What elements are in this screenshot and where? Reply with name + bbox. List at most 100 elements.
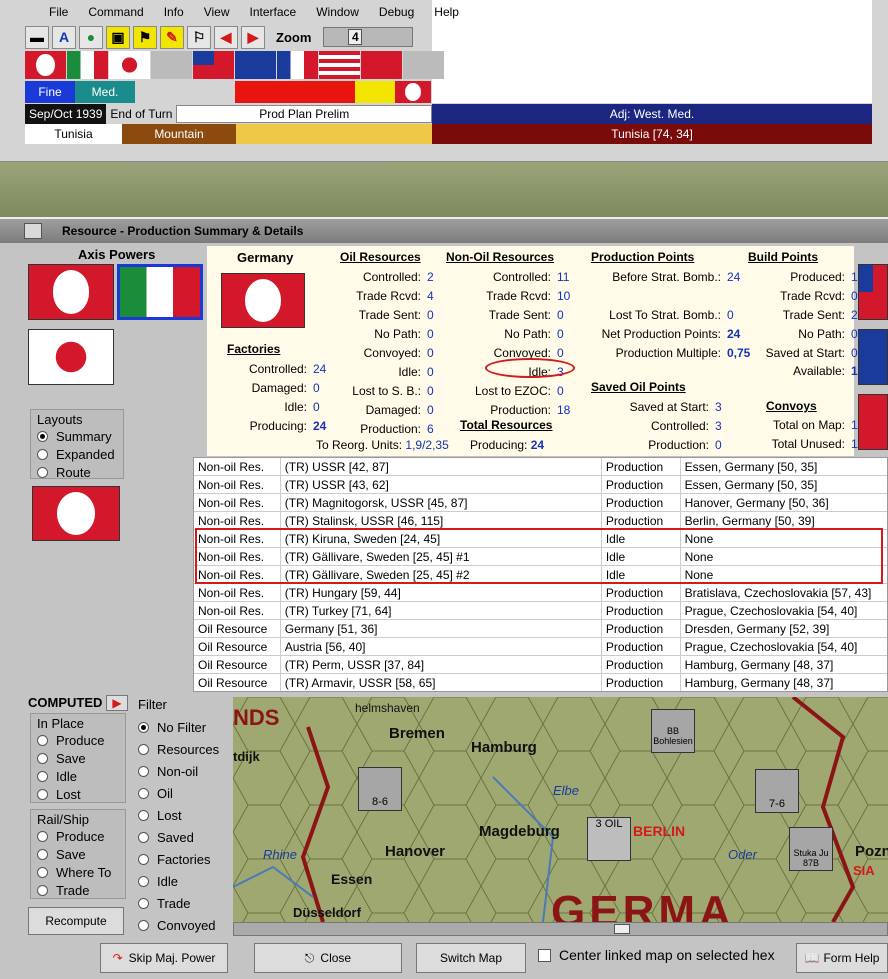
- radio-dot-icon[interactable]: [37, 770, 48, 782]
- unit-counter-8-6[interactable]: 8-6: [358, 767, 402, 811]
- gear-icon[interactable]: ●: [79, 25, 103, 49]
- ship-counter[interactable]: BB Bohlesien: [651, 709, 695, 753]
- pennant-icon[interactable]: ⚐: [187, 25, 211, 49]
- uk-flag-icon[interactable]: [858, 329, 888, 385]
- radio-option[interactable]: Saved: [138, 826, 224, 848]
- close-button[interactable]: ⎋ Close: [254, 943, 402, 973]
- arrow-left-icon[interactable]: ◀: [214, 25, 238, 49]
- unit-counter-7-6[interactable]: 7-6: [755, 769, 799, 813]
- radio-option[interactable]: Produce: [37, 827, 119, 845]
- radio-option[interactable]: Convoyed: [138, 914, 224, 936]
- radio-dot-icon[interactable]: [138, 919, 149, 931]
- japan-flag-icon[interactable]: [28, 329, 114, 385]
- radio-dot-icon[interactable]: [37, 788, 48, 800]
- radio-option[interactable]: Trade: [37, 881, 119, 899]
- radio-option[interactable]: Resources: [138, 738, 224, 760]
- air-counter[interactable]: Stuka Ju 87B: [789, 827, 833, 871]
- map-scrollbar[interactable]: [233, 922, 888, 936]
- menu-window[interactable]: Window: [316, 5, 359, 19]
- italy-flag-icon[interactable]: [117, 264, 203, 320]
- radio-dot-icon[interactable]: [37, 848, 48, 860]
- radio-option[interactable]: Lost: [37, 785, 119, 803]
- oil-counter[interactable]: 3 OIL: [587, 817, 631, 861]
- zoom-slider[interactable]: 4: [323, 27, 414, 47]
- radio-option[interactable]: Idle: [37, 767, 119, 785]
- table-row[interactable]: Oil Resource (TR) Perm, USSR [37, 84] Prod…: [194, 655, 887, 674]
- table-row[interactable]: Oil Resource Germany [51, 36] Production Dr…: [194, 619, 887, 638]
- menu-view[interactable]: View: [204, 5, 230, 19]
- text-icon[interactable]: A: [52, 25, 76, 49]
- table-row[interactable]: Non-oil Res. (TR) Hungary [59, 44] Product…: [194, 583, 887, 602]
- radio-option[interactable]: Trade: [138, 892, 224, 914]
- radio-dot-icon[interactable]: [37, 866, 48, 878]
- radio-option[interactable]: Produce: [37, 731, 119, 749]
- neutral-icon[interactable]: [403, 51, 444, 79]
- italy-flag-icon[interactable]: [67, 51, 108, 79]
- computed-arrow-icon[interactable]: ▶: [106, 695, 128, 711]
- radio-option[interactable]: Lost: [138, 804, 224, 826]
- table-row[interactable]: Non-oil Res. (TR) USSR [43, 62] Production…: [194, 475, 887, 494]
- city-hamburg[interactable]: Hamburg: [471, 739, 537, 756]
- minimize-icon[interactable]: [24, 223, 42, 239]
- city-magdeburg[interactable]: Magdeburg: [479, 823, 560, 840]
- uk-flag-icon[interactable]: [235, 51, 276, 79]
- skip-major-power-button[interactable]: ↷ Skip Maj. Power: [100, 943, 228, 973]
- radio-option[interactable]: Non-oil: [138, 760, 224, 782]
- center-linked-map-checkbox[interactable]: Center linked map on selected hex: [538, 947, 775, 963]
- menu-command[interactable]: Command: [88, 5, 143, 19]
- menu-interface[interactable]: Interface: [250, 5, 297, 19]
- map-scroll-thumb[interactable]: [614, 924, 630, 934]
- radio-dot-icon[interactable]: [138, 809, 149, 821]
- table-row[interactable]: Non-oil Res. (TR) Turkey [71, 64] Producti…: [194, 601, 887, 620]
- radio-dot-icon[interactable]: [138, 897, 149, 909]
- radio-dot-icon[interactable]: [37, 734, 48, 746]
- radio-dot-icon[interactable]: [37, 884, 48, 896]
- radio-option[interactable]: Idle: [138, 870, 224, 892]
- layout-route[interactable]: Route: [37, 463, 117, 481]
- zoom-value[interactable]: 4: [348, 29, 363, 45]
- table-row[interactable]: Oil Resource Austria [56, 40] Production Pr…: [194, 637, 887, 656]
- germany-flag-icon[interactable]: [28, 264, 114, 320]
- radio-dot-icon[interactable]: [138, 875, 149, 887]
- china-flag-icon[interactable]: [858, 264, 888, 320]
- radio-dot-icon[interactable]: [138, 765, 149, 777]
- menu-file[interactable]: File: [49, 5, 68, 19]
- radio-dot-icon[interactable]: [138, 831, 149, 843]
- recompute-button[interactable]: Recompute: [28, 907, 124, 935]
- switch-map-button[interactable]: Switch Map: [416, 943, 526, 973]
- menu-info[interactable]: Info: [164, 5, 184, 19]
- radio-option[interactable]: Oil: [138, 782, 224, 804]
- prod-plan-field[interactable]: Prod Plan Prelim: [176, 105, 432, 123]
- layout-expanded[interactable]: Expanded: [37, 445, 117, 463]
- table-row[interactable]: Non-oil Res. (TR) Magnitogorsk, USSR [45,…: [194, 493, 887, 512]
- arrow-right-icon[interactable]: ▶: [241, 25, 265, 49]
- city-dusseldorf[interactable]: Düsseldorf: [293, 905, 361, 920]
- form-help-button[interactable]: 📖 Form Help: [796, 943, 888, 973]
- city-essen[interactable]: Essen: [331, 871, 372, 887]
- radio-dot-icon[interactable]: [138, 787, 149, 799]
- usa-flag-icon[interactable]: [319, 51, 360, 79]
- radio-option[interactable]: Where To: [37, 863, 119, 881]
- germany-flag-icon[interactable]: [25, 51, 66, 79]
- radio-option[interactable]: Save: [37, 845, 119, 863]
- radio-dot-icon[interactable]: [138, 743, 149, 755]
- radio-option[interactable]: Save: [37, 749, 119, 767]
- city-bremen[interactable]: Bremen: [389, 725, 445, 742]
- menu-help[interactable]: Help: [434, 5, 459, 19]
- radio-dot-icon[interactable]: [138, 853, 149, 865]
- city-hanover[interactable]: Hanover: [385, 843, 445, 860]
- layout-summary[interactable]: Summary: [37, 427, 117, 445]
- brush-icon[interactable]: ✎: [160, 25, 184, 49]
- table-row[interactable]: Non-oil Res. (TR) USSR [42, 87] Production…: [194, 458, 887, 476]
- china-flag-icon[interactable]: [193, 51, 234, 79]
- radio-option[interactable]: No Filter: [138, 716, 224, 738]
- menu-debug[interactable]: Debug: [379, 5, 414, 19]
- radio-option[interactable]: Factories: [138, 848, 224, 870]
- ussr-flag-icon[interactable]: [361, 51, 402, 79]
- radio-dot-icon[interactable]: [138, 721, 149, 733]
- japan-flag-icon[interactable]: [109, 51, 150, 79]
- map-view[interactable]: NDS tdijk helmshaven Bremen Hamburg Hano…: [233, 697, 888, 922]
- table-row[interactable]: Oil Resource (TR) Armavir, USSR [58, 65] P…: [194, 673, 887, 691]
- grid-icon[interactable]: ▣: [106, 25, 130, 49]
- unit-icon[interactable]: ▬: [25, 25, 49, 49]
